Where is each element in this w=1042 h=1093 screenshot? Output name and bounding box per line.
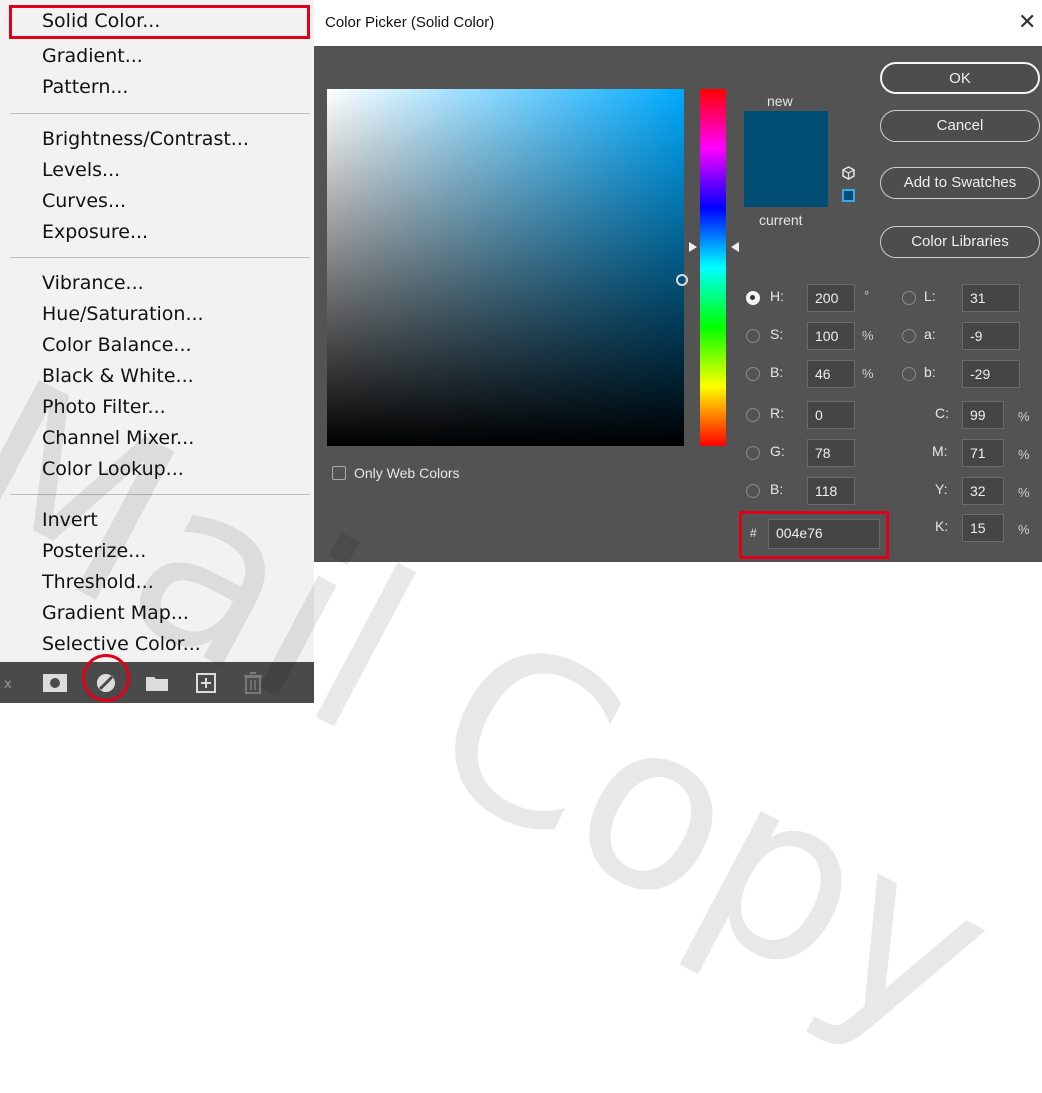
menu-item-brightness-contrast[interactable]: Brightness/Contrast... [42,127,249,151]
g-input[interactable]: 78 [807,439,855,467]
g-label: G: [770,443,785,459]
lab-b-input[interactable]: -29 [962,360,1020,388]
s-unit: % [862,328,874,343]
menu-item-exposure[interactable]: Exposure... [42,220,148,244]
menu-item-vibrance[interactable]: Vibrance... [42,271,144,295]
menu-item-photo-filter[interactable]: Photo Filter... [42,395,166,419]
current-color-label: current [759,212,803,228]
menu-item-invert[interactable]: Invert [42,508,98,532]
menu-item-gradient[interactable]: Gradient... [42,44,143,68]
r-label: R: [770,405,784,421]
layers-panel-toolbar: x [0,662,314,703]
highlight-circle [82,654,130,702]
only-web-colors-label: Only Web Colors [354,465,460,481]
highlight-box [9,5,310,39]
only-web-colors-checkbox[interactable] [332,466,346,480]
h-unit: ° [864,288,870,303]
menu-separator [10,494,310,495]
rgb-b-input[interactable]: 118 [807,477,855,505]
lab-b-label: b: [924,364,936,380]
hue-slider-handle-left[interactable] [689,242,697,252]
menu-item-pattern[interactable]: Pattern... [42,75,128,99]
menu-item-levels[interactable]: Levels... [42,158,120,182]
menu-item-threshold[interactable]: Threshold... [42,570,154,594]
s-input[interactable]: 100 [807,322,855,350]
l-label: L: [924,288,936,304]
link-layers-icon[interactable]: x [4,676,18,690]
k-label: K: [935,518,949,534]
a-label: a: [924,326,936,342]
m-input[interactable]: 71 [962,439,1004,467]
radio-r[interactable] [746,408,760,422]
menu-separator [10,113,310,114]
menu-item-gradient-map[interactable]: Gradient Map... [42,601,189,625]
radio-s[interactable] [746,329,760,343]
y-label: Y: [935,481,948,497]
menu-separator [10,257,310,258]
y-input[interactable]: 32 [962,477,1004,505]
menu-item-selective-color[interactable]: Selective Color... [42,632,201,656]
h-label: H: [770,288,784,304]
hue-slider[interactable] [700,89,726,446]
c-label: C: [935,405,949,421]
radio-l[interactable] [902,291,916,305]
dialog-title: Color Picker (Solid Color) [325,14,495,31]
add-to-swatches-button[interactable]: Add to Swatches [880,167,1040,199]
out-of-gamut-cube-icon[interactable] [842,166,855,180]
menu-item-curves[interactable]: Curves... [42,189,126,213]
menu-item-hue-saturation[interactable]: Hue/Saturation... [42,302,204,326]
r-input[interactable]: 0 [807,401,855,429]
m-label: M: [932,443,948,459]
menu-item-channel-mixer[interactable]: Channel Mixer... [42,426,194,450]
adjustment-layer-menu: Solid Color... Gradient... Pattern... Br… [0,0,314,662]
color-field[interactable] [327,89,684,446]
radio-b[interactable] [746,367,760,381]
close-icon[interactable]: ✕ [1018,10,1036,35]
new-group-icon[interactable] [145,674,169,692]
menu-item-color-balance[interactable]: Color Balance... [42,333,192,357]
k-input[interactable]: 15 [962,514,1004,542]
new-layer-icon[interactable] [196,673,216,693]
web-safe-swatch-icon[interactable] [842,189,855,202]
delete-layer-icon[interactable] [243,672,263,694]
color-field-marker[interactable] [676,274,688,286]
menu-item-color-lookup[interactable]: Color Lookup... [42,457,184,481]
radio-rgb-b[interactable] [746,484,760,498]
h-input[interactable]: 200 [807,284,855,312]
menu-item-black-white[interactable]: Black & White... [42,364,194,388]
radio-a[interactable] [902,329,916,343]
b-input[interactable]: 46 [807,360,855,388]
cancel-button[interactable]: Cancel [880,110,1040,142]
a-input[interactable]: -9 [962,322,1020,350]
b-unit: % [862,366,874,381]
hue-slider-handle-right[interactable] [731,242,739,252]
add-mask-icon[interactable] [42,673,68,693]
svg-text:x: x [4,677,12,690]
radio-h[interactable] [746,291,760,305]
ok-button[interactable]: OK [880,62,1040,94]
radio-lab-b[interactable] [902,367,916,381]
l-input[interactable]: 31 [962,284,1020,312]
new-color-swatch [744,111,828,207]
c-input[interactable]: 99 [962,401,1004,429]
highlight-box-hex [739,511,889,559]
new-color-label: new [767,93,793,109]
b-label: B: [770,364,784,380]
k-unit: % [1018,522,1030,537]
m-unit: % [1018,447,1030,462]
menu-item-posterize[interactable]: Posterize... [42,539,146,563]
color-libraries-button[interactable]: Color Libraries [880,226,1040,258]
s-label: S: [770,326,784,342]
rgb-b-label: B: [770,481,784,497]
radio-g[interactable] [746,446,760,460]
c-unit: % [1018,409,1030,424]
y-unit: % [1018,485,1030,500]
